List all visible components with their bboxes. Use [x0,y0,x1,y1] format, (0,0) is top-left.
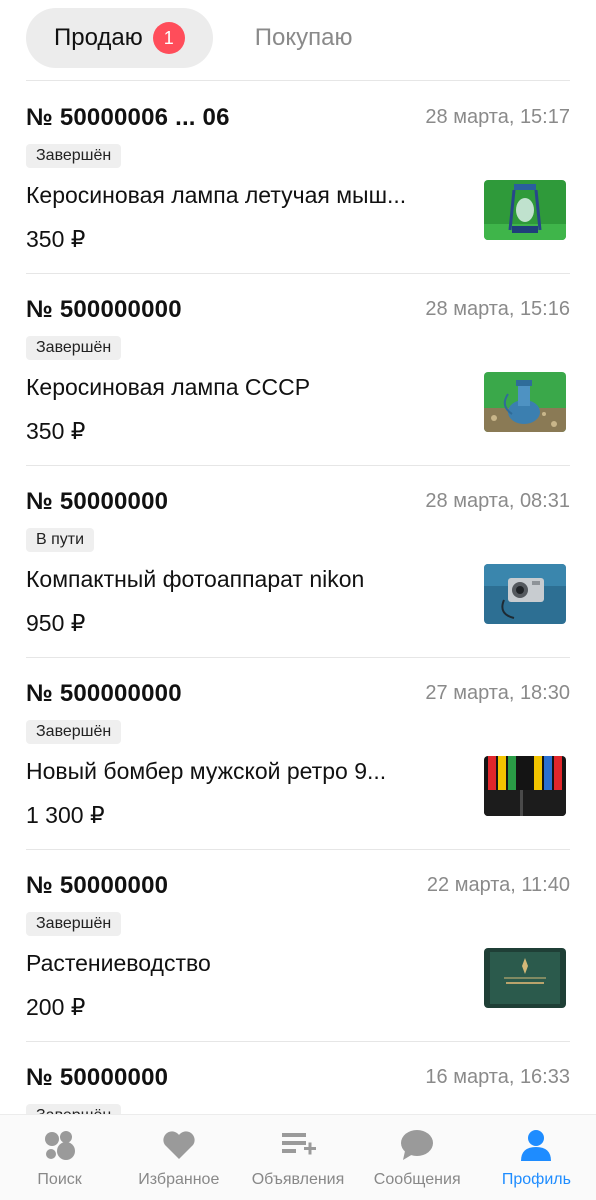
tab-buying-label: Покупаю [254,24,353,51]
nav-profile[interactable]: Профиль [477,1115,596,1200]
status-badge: Завершён [26,912,122,936]
order-number: № 500000000 [26,680,182,707]
user-icon [516,1127,556,1163]
status-badge: В пути [26,528,95,552]
listings-add-icon [278,1127,318,1163]
status-badge: Завершён [26,1104,122,1114]
bottom-navigation: Поиск Избранное Объявления Сообщения Про… [0,1114,596,1200]
status-badge: Завершён [26,336,122,360]
order-price: 350 ₽ [26,418,86,444]
product-thumbnail[interactable] [484,564,566,624]
tab-buying[interactable]: Покупаю [227,8,381,68]
search-dots-icon [40,1127,80,1163]
heart-icon [159,1127,199,1163]
order-number: № 500000000 [26,296,182,323]
nav-messages-label: Сообщения [373,1171,461,1188]
order-title: Керосиновая лампа летучая мыш... [26,182,407,208]
product-thumbnail[interactable] [484,180,566,240]
order-number: № 50000000 [26,872,169,899]
order-date: 16 марта, 16:33 [425,1066,570,1088]
order-item[interactable]: № 50000000 16 марта, 16:33 Завершён [26,1042,570,1114]
product-thumbnail[interactable] [484,756,566,816]
order-price: 1 300 ₽ [26,802,105,828]
order-item[interactable]: № 50000000 28 марта, 08:31 В пути Компак… [26,466,570,658]
order-title: Компактный фотоаппарат nikon [26,566,365,592]
nav-search[interactable]: Поиск [0,1115,119,1200]
nav-ads[interactable]: Объявления [238,1115,357,1200]
order-number: № 50000000 [26,1064,169,1091]
order-number: № 50000000 [26,488,169,515]
order-number: № 50000006 ... 06 [26,104,230,131]
nav-favorites-label: Избранное [138,1171,220,1188]
order-title: Керосиновая лампа СССР [26,374,311,400]
order-price: 950 ₽ [26,610,86,636]
nav-favorites[interactable]: Избранное [119,1115,238,1200]
nav-ads-label: Объявления [251,1171,345,1188]
order-title: Растениеводство [26,950,211,976]
nav-search-label: Поиск [37,1171,82,1188]
tab-selling[interactable]: Продаю 1 [26,8,213,68]
tab-selling-badge: 1 [152,22,185,54]
order-price: 200 ₽ [26,994,86,1020]
nav-messages[interactable]: Сообщения [358,1115,477,1200]
order-date: 28 марта, 15:16 [425,298,570,320]
chat-bubble-icon [397,1127,437,1163]
product-thumbnail[interactable] [484,372,566,432]
order-date: 27 марта, 18:30 [425,682,570,704]
order-item[interactable]: № 50000006 ... 06 28 марта, 15:17 Заверш… [26,82,570,274]
order-item[interactable]: № 500000000 27 марта, 18:30 Завершён Нов… [26,658,570,850]
tabs-divider [26,80,570,81]
deals-tabs: Продаю 1 Покупаю [26,8,570,68]
status-badge: Завершён [26,720,122,744]
order-item[interactable]: № 500000000 28 марта, 15:16 Завершён Кер… [26,274,570,466]
order-item[interactable]: № 50000000 22 марта, 11:40 Завершён Раст… [26,850,570,1042]
status-badge: Завершён [26,144,122,168]
order-date: 28 марта, 15:17 [425,106,570,128]
order-date: 22 марта, 11:40 [426,874,570,896]
orders-list[interactable]: № 50000006 ... 06 28 марта, 15:17 Заверш… [0,82,596,1114]
order-price: 350 ₽ [26,226,86,252]
nav-profile-label: Профиль [501,1171,571,1188]
tab-selling-label: Продаю [54,24,143,51]
product-thumbnail[interactable] [484,948,566,1008]
order-title: Новый бомбер мужской ретро 9... [26,758,387,784]
order-date: 28 марта, 08:31 [425,490,570,512]
